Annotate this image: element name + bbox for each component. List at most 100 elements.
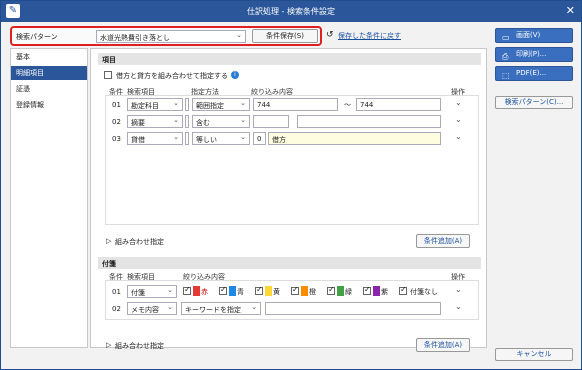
search-pattern-select[interactable]: 水道光熱費引き落とし ⌄ (96, 30, 246, 43)
row-menu-chevron-icon[interactable]: ⌄ (455, 132, 462, 141)
screen-button[interactable]: ▭ 画面(V) (495, 28, 573, 43)
method-value: 等しい (196, 136, 217, 144)
pdf-button-label: PDF(E)... (516, 69, 547, 77)
row-menu-chevron-icon[interactable]: ⌄ (455, 115, 462, 124)
nav-item-voucher[interactable]: 証憑 (11, 82, 87, 96)
chevron-down-icon: ⌄ (167, 286, 173, 294)
fusen-green-checkbox[interactable] (327, 285, 335, 295)
row-menu-chevron-icon[interactable]: ⌄ (455, 285, 462, 294)
title-bar: ✎ 仕訳処理 - 検索条件設定 ✕ (1, 1, 581, 22)
fusen-yellow-checkbox[interactable] (255, 285, 263, 295)
range-tilde: 〜 (344, 101, 351, 109)
value-display: 借方 (268, 132, 441, 145)
search-pattern-bar: 検索パターン 水道光熱費引き落とし ⌄ 条件保存(S) (10, 26, 322, 46)
method-value: 範囲指定 (196, 102, 224, 110)
fusen-red-checkbox[interactable] (183, 285, 191, 295)
print-button[interactable]: ⎙ 印刷(P)... (495, 47, 573, 62)
combine-checkbox[interactable] (104, 71, 112, 79)
nav-item-detail[interactable]: 明細項目 (11, 66, 87, 80)
chevron-down-icon: ⌄ (240, 116, 246, 124)
fusen-item-select[interactable]: メモ内容 ⌄ (127, 302, 177, 315)
paren-toggle[interactable] (185, 98, 189, 111)
row-menu-chevron-icon[interactable]: ⌄ (455, 98, 462, 107)
range-from-input[interactable]: 744 (253, 98, 338, 111)
left-nav: 基本 明細項目 証憑 登録情報 (10, 48, 88, 348)
text-input[interactable] (253, 115, 289, 128)
save-condition-button[interactable]: 条件保存(S) (252, 29, 318, 43)
combo-label[interactable]: 組み合わせ指定 (115, 237, 164, 247)
close-icon[interactable]: ✕ (566, 4, 575, 17)
chevron-down-icon: ⌄ (167, 303, 173, 311)
help-icon[interactable]: i (231, 71, 239, 79)
item-select[interactable]: 摘要 ⌄ (127, 115, 183, 128)
fusen-blue-checkbox[interactable] (219, 285, 227, 295)
monitor-icon: ▭ (502, 33, 510, 42)
row-number: 01 (112, 288, 121, 296)
keyword-input[interactable] (265, 302, 441, 315)
text-input[interactable] (297, 115, 441, 128)
item-value: 摘要 (131, 119, 145, 127)
combo-expand-icon[interactable]: ▷ (106, 237, 111, 245)
method-select[interactable]: 範囲指定 ⌄ (192, 98, 250, 111)
item-select[interactable]: 勘定科目 ⌄ (127, 98, 183, 111)
row-number: 03 (112, 135, 121, 143)
chevron-down-icon: ⌄ (173, 99, 179, 107)
item-value: 勘定科目 (131, 102, 159, 110)
combo-expand-icon[interactable]: ▷ (106, 341, 111, 349)
window-title: 仕訳処理 - 検索条件設定 (247, 7, 335, 16)
add-condition-button[interactable]: 条件追加(A) (416, 338, 470, 352)
pdf-icon: ⬚ (502, 71, 510, 80)
pdf-button[interactable]: ⬚ PDF(E)... (495, 66, 573, 81)
paren-toggle[interactable] (185, 115, 189, 128)
action-panel: ▭ 画面(V) ⎙ 印刷(P)... ⬚ PDF(E)... 検索パターン(C)...… (495, 25, 575, 365)
item-value: 貸借 (131, 136, 145, 144)
revert-icon: ↺ (326, 30, 334, 40)
item-value: メモ内容 (131, 306, 159, 314)
fusen-green-swatch (337, 286, 344, 296)
add-condition-button[interactable]: 条件追加(A) (416, 234, 470, 248)
method-select[interactable]: 等しい ⌄ (192, 132, 250, 145)
items-section-title: 項目 (98, 53, 481, 65)
combo-label[interactable]: 組み合わせ指定 (115, 341, 164, 351)
fusen-red-label: 赤 (201, 288, 208, 296)
chevron-down-icon: ⌄ (236, 31, 242, 39)
chevron-down-icon: ⌄ (173, 116, 179, 124)
row-menu-chevron-icon[interactable]: ⌄ (455, 302, 462, 311)
range-to-input[interactable]: 744 (356, 98, 441, 111)
chevron-down-icon: ⌄ (251, 303, 257, 311)
fusen-purple-label: 紫 (381, 288, 388, 296)
fusen-purple-checkbox[interactable] (363, 285, 371, 295)
revert-saved-link[interactable]: 保存した条件に戻す (338, 31, 401, 41)
item-select[interactable]: 貸借 ⌄ (127, 132, 183, 145)
fusen-method-select[interactable]: キーワードを指定 ⌄ (181, 302, 261, 315)
nav-item-registration[interactable]: 登録情報 (11, 98, 87, 112)
row-number: 01 (112, 101, 121, 109)
search-pattern-button[interactable]: 検索パターン(C)... (495, 96, 573, 109)
fusen-yellow-swatch (265, 286, 272, 296)
chevron-down-icon: ⌄ (240, 99, 246, 107)
fusen-blue-label: 青 (237, 288, 244, 296)
fusen-red-swatch (193, 286, 200, 296)
row-number: 02 (112, 118, 121, 126)
dialog-window: ✎ 仕訳処理 - 検索条件設定 ✕ 検索パターン 水道光熱費引き落とし ⌄ 条件… (0, 0, 582, 370)
fusen-item-select[interactable]: 付箋 ⌄ (127, 285, 177, 298)
combine-checkbox-label: 借方と貸方を組み合わせて指定する (116, 72, 228, 80)
paren-toggle[interactable] (185, 132, 189, 145)
method-select[interactable]: 含む ⌄ (192, 115, 250, 128)
chevron-down-icon: ⌄ (240, 133, 246, 141)
fusen-purple-swatch (373, 286, 380, 296)
code-input[interactable]: 0 (253, 132, 266, 145)
fusen-none-label: 付箋なし (410, 288, 438, 296)
fusen-section-title: 付箋 (98, 257, 481, 269)
main-panel: 項目 借方と貸方を組み合わせて指定する i 条件 検索項目 指定方法 絞り込み内… (90, 48, 487, 352)
item-value: 付箋 (131, 289, 145, 297)
cancel-button[interactable]: キャンセル (495, 348, 573, 361)
method-value: 含む (196, 119, 210, 127)
fusen-orange-checkbox[interactable] (291, 285, 299, 295)
fusen-blue-swatch (229, 286, 236, 296)
screen-button-label: 画面(V) (516, 31, 541, 39)
printer-icon: ⎙ (502, 52, 509, 61)
fusen-orange-label: 橙 (309, 288, 316, 296)
nav-item-basic[interactable]: 基本 (11, 50, 87, 64)
fusen-none-checkbox[interactable] (399, 285, 407, 295)
